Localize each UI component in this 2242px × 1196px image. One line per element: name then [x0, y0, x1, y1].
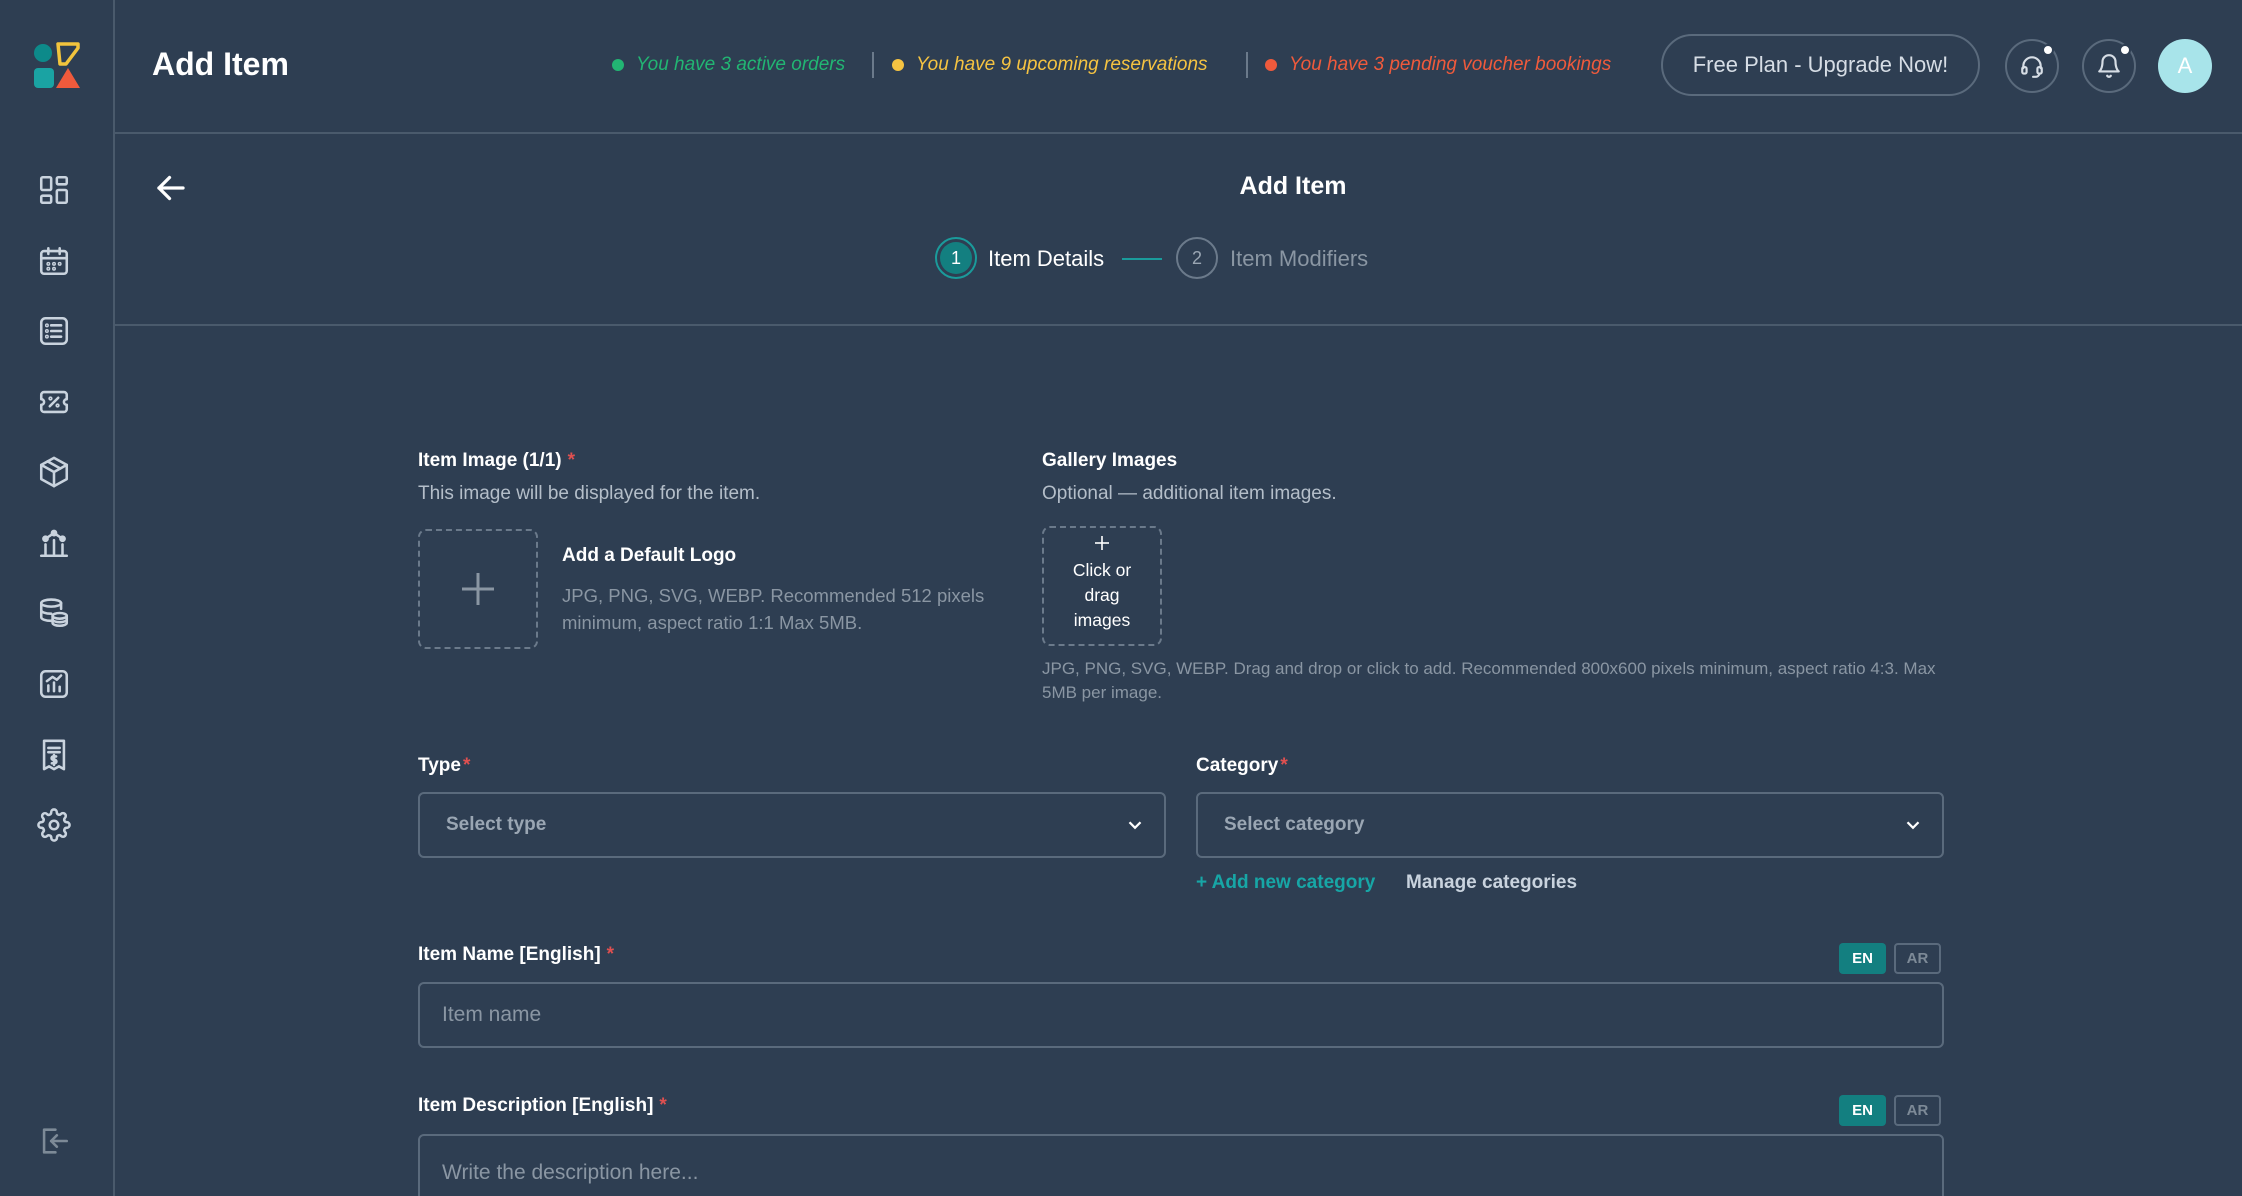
page-subheader: Add Item 1 Item Details 2 Item Modifiers: [115, 134, 2242, 326]
voucher-bookings-status[interactable]: You have 3 pending voucher bookings: [1265, 54, 1611, 76]
reservations-status[interactable]: You have 9 upcoming reservations: [892, 54, 1208, 76]
step-1-indicator[interactable]: 1: [935, 237, 977, 279]
support-button[interactable]: [2005, 39, 2059, 93]
chart-people-icon[interactable]: [36, 525, 72, 561]
item-image-hint: This image will be displayed for the ite…: [418, 483, 761, 504]
voucher-icon[interactable]: [36, 384, 72, 420]
step-2-indicator[interactable]: 2: [1176, 237, 1218, 279]
plus-icon: [462, 573, 494, 605]
notifications-button[interactable]: [2082, 39, 2136, 93]
item-description-label: Item Description [English] *: [418, 1095, 667, 1116]
type-label: Type *: [418, 755, 471, 776]
type-select[interactable]: Select type: [418, 792, 1166, 858]
headset-icon: [2021, 56, 2043, 78]
lang-en-toggle[interactable]: EN: [1839, 1095, 1886, 1126]
step-connector: [1122, 258, 1162, 260]
chevron-down-icon: [1906, 821, 1920, 830]
header-title: Add Item: [152, 46, 289, 82]
lang-en-toggle[interactable]: EN: [1839, 943, 1886, 974]
logout-icon[interactable]: [36, 1123, 72, 1159]
page-title: Add Item: [1239, 172, 1347, 200]
dashboard-icon[interactable]: [36, 172, 72, 208]
chevron-down-icon: [1128, 821, 1142, 830]
bell-icon: [2098, 54, 2120, 78]
item-name-label: Item Name [English] *: [418, 944, 615, 965]
category-label: Category *: [1196, 755, 1288, 776]
item-image-label: Item Image (1/1) *: [418, 450, 576, 471]
status-dot: [1265, 59, 1277, 71]
item-image-upload[interactable]: [418, 529, 538, 649]
lang-ar-toggle[interactable]: AR: [1894, 1095, 1941, 1126]
gallery-hint: Optional — additional item images.: [1042, 483, 1337, 504]
avatar[interactable]: A: [2158, 39, 2212, 93]
gallery-upload[interactable]: Click or drag images: [1042, 526, 1162, 646]
status-dot: [892, 59, 904, 71]
lang-ar-toggle[interactable]: AR: [1894, 943, 1941, 974]
notification-dot: [2042, 44, 2054, 56]
item-name-input[interactable]: [418, 982, 1944, 1048]
database-icon[interactable]: [36, 595, 72, 631]
active-orders-status[interactable]: You have 3 active orders: [612, 54, 845, 76]
box-icon[interactable]: [36, 454, 72, 490]
upload-title: Add a Default Logo: [562, 545, 737, 566]
upgrade-button[interactable]: Free Plan - Upgrade Now!: [1661, 34, 1980, 96]
top-header: Add Item You have 3 active orders You ha…: [115, 0, 2242, 134]
settings-icon[interactable]: [36, 807, 72, 843]
calendar-icon[interactable]: [36, 243, 72, 279]
app-logo-icon[interactable]: [30, 40, 82, 92]
back-arrow-icon[interactable]: [153, 170, 189, 206]
category-select[interactable]: Select category: [1196, 792, 1944, 858]
add-category-link[interactable]: + Add new category: [1196, 872, 1375, 894]
status-dot: [612, 59, 624, 71]
upload-hint: JPG, PNG, SVG, WEBP. Recommended 512 pix…: [562, 585, 985, 633]
list-icon[interactable]: [36, 313, 72, 349]
step-2-label[interactable]: Item Modifiers: [1230, 246, 1368, 272]
sidebar: [0, 0, 115, 1196]
gallery-label: Gallery Images: [1042, 450, 1178, 471]
divider: [1246, 52, 1248, 78]
step-1-label[interactable]: Item Details: [988, 246, 1104, 272]
receipt-icon[interactable]: [36, 737, 72, 773]
analytics-icon[interactable]: [36, 666, 72, 702]
manage-categories-link[interactable]: Manage categories: [1406, 872, 1577, 894]
divider: [872, 52, 874, 78]
plus-icon: [1095, 536, 1109, 550]
gallery-upload-text: Click or drag images: [1072, 560, 1132, 630]
notification-dot: [2119, 44, 2131, 56]
gallery-note: JPG, PNG, SVG, WEBP. Drag and drop or cl…: [1042, 659, 1936, 702]
item-description-input[interactable]: [418, 1134, 1944, 1196]
